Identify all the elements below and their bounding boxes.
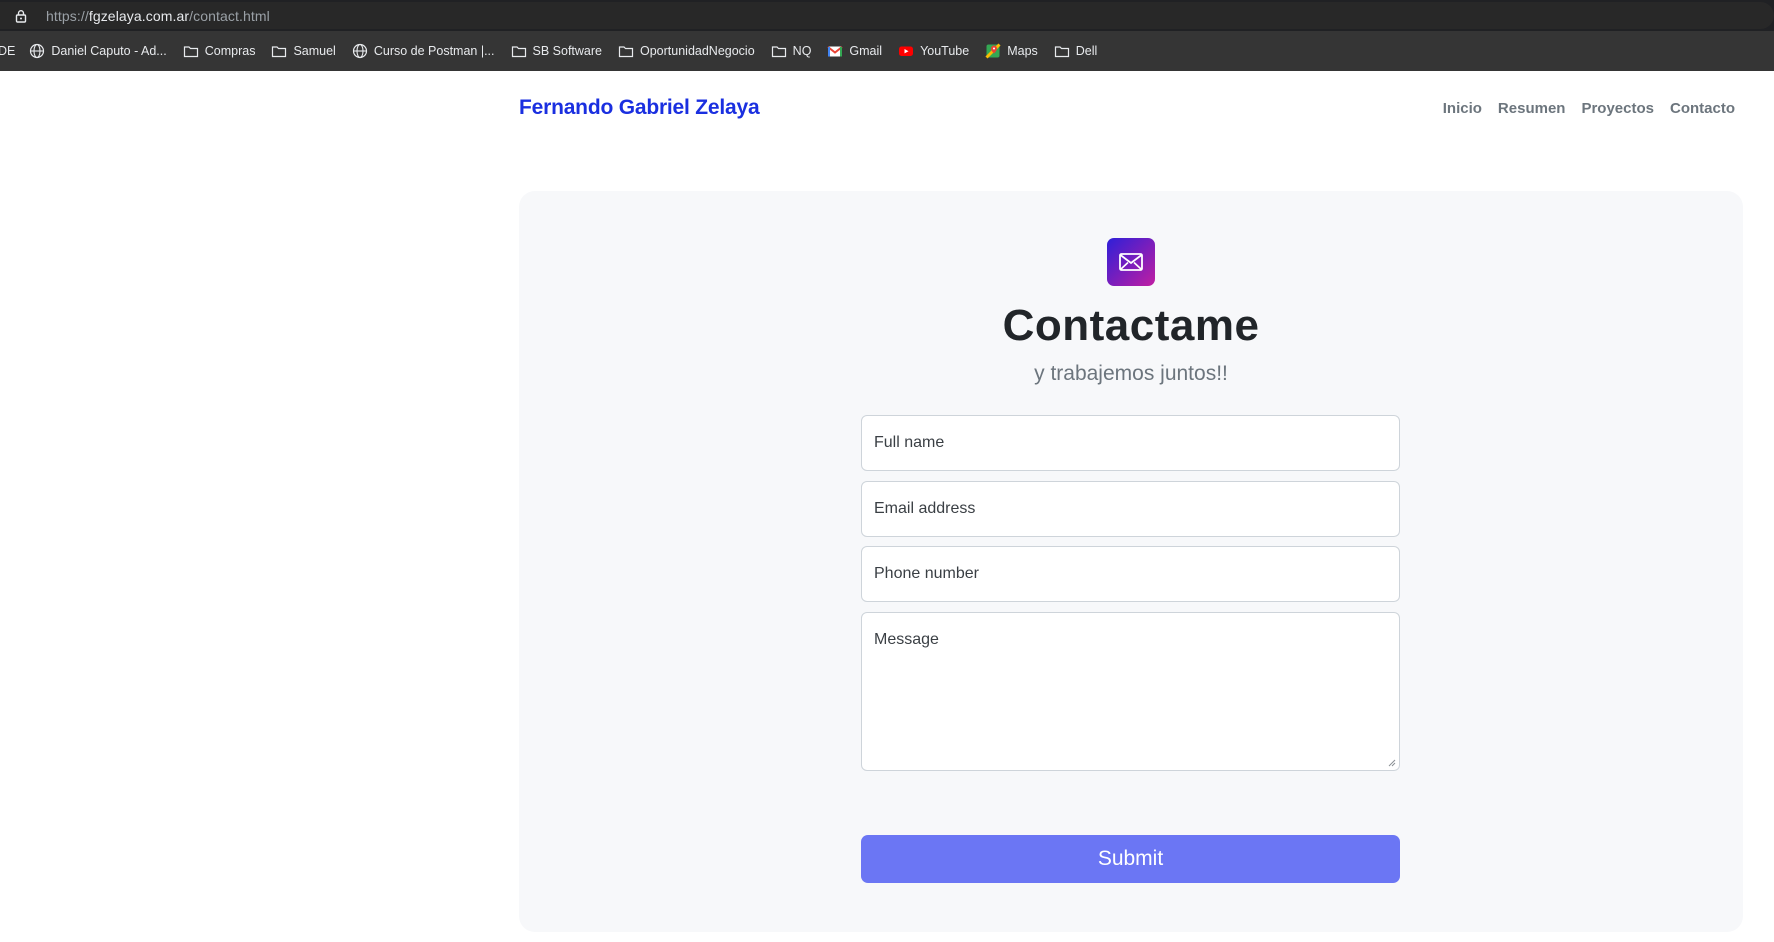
bookmark-gmail[interactable]: Gmail xyxy=(827,43,882,59)
maps-icon xyxy=(985,43,1001,59)
bookmark-label: SB Software xyxy=(532,44,602,58)
bookmark-label: Compras xyxy=(204,44,256,58)
contact-title: Contactame xyxy=(1002,301,1260,350)
nav-link-contacto[interactable]: Contacto xyxy=(1670,100,1735,117)
folder-icon xyxy=(618,43,634,59)
envelope-icon xyxy=(1107,238,1155,286)
contact-subtitle: y trabajemos juntos!! xyxy=(1034,362,1228,385)
resize-handle-icon[interactable] xyxy=(1387,758,1396,767)
contact-card: Contactame y trabajemos juntos!! Submit xyxy=(519,191,1743,932)
message-textarea[interactable] xyxy=(861,612,1400,771)
bookmark-label: Curso de Postman |... xyxy=(373,44,495,58)
bookmark-label: Gmail xyxy=(849,44,883,58)
site-navbar: Fernando Gabriel Zelaya Inicio Resumen P… xyxy=(519,71,1735,145)
bookmarks-bar: DE Daniel Caputo - Ad... Compras Samuel … xyxy=(0,31,1774,71)
submit-button[interactable]: Submit xyxy=(861,835,1400,883)
lock-icon[interactable] xyxy=(14,9,28,23)
full-name-input[interactable] xyxy=(861,415,1400,471)
bookmark-youtube[interactable]: YouTube xyxy=(898,43,969,59)
url-path: /contact.html xyxy=(189,7,270,24)
url-text[interactable]: https://fgzelaya.com.ar/contact.html xyxy=(46,8,270,24)
bookmark-sb-software[interactable]: SB Software xyxy=(511,43,602,59)
bookmark-maps[interactable]: Maps xyxy=(985,43,1038,59)
nav-link-proyectos[interactable]: Proyectos xyxy=(1581,100,1654,117)
bookmark-daniel-caputo[interactable]: Daniel Caputo - Ad... xyxy=(29,43,167,59)
bookmark-nq[interactable]: NQ xyxy=(771,43,812,59)
bookmark-label: Daniel Caputo - Ad... xyxy=(51,44,167,58)
nav-link-inicio[interactable]: Inicio xyxy=(1443,100,1482,117)
browser-address-bar: https://fgzelaya.com.ar/contact.html xyxy=(0,0,1774,31)
bookmark-label: NQ xyxy=(792,44,812,58)
folder-icon xyxy=(771,43,787,59)
email-input[interactable] xyxy=(861,481,1400,537)
nav-link-resumen[interactable]: Resumen xyxy=(1498,100,1566,117)
folder-icon xyxy=(271,43,287,59)
url-field[interactable]: https://fgzelaya.com.ar/contact.html xyxy=(0,2,1774,29)
bookmark-samuel[interactable]: Samuel xyxy=(271,43,336,59)
bookmark-label: Maps xyxy=(1007,44,1038,58)
bookmark-dell[interactable]: Dell xyxy=(1054,43,1098,59)
bookmark-label: Dell xyxy=(1075,44,1098,58)
bookmark-compras[interactable]: Compras xyxy=(183,43,256,59)
bookmark-label: OportunidadNegocio xyxy=(640,44,755,58)
bookmark-label: Samuel xyxy=(293,44,336,58)
brand-link[interactable]: Fernando Gabriel Zelaya xyxy=(519,96,760,120)
globe-icon xyxy=(29,43,45,59)
gmail-icon xyxy=(827,43,844,59)
bookmark-label: YouTube xyxy=(920,44,970,58)
folder-icon xyxy=(511,43,527,59)
nav-links: Inicio Resumen Proyectos Contacto xyxy=(1443,100,1735,117)
bookmark-curso-postman[interactable]: Curso de Postman |... xyxy=(352,43,495,59)
folder-icon xyxy=(183,43,199,59)
bookmark-cut[interactable]: DE xyxy=(0,44,15,58)
youtube-icon xyxy=(898,43,914,59)
url-host: fgzelaya.com.ar xyxy=(88,7,190,24)
folder-icon xyxy=(1054,43,1070,59)
globe-icon xyxy=(352,43,368,59)
bookmark-oportunidad-negocio[interactable]: OportunidadNegocio xyxy=(618,43,755,59)
url-scheme: https:// xyxy=(46,7,89,24)
phone-input[interactable] xyxy=(861,546,1400,602)
